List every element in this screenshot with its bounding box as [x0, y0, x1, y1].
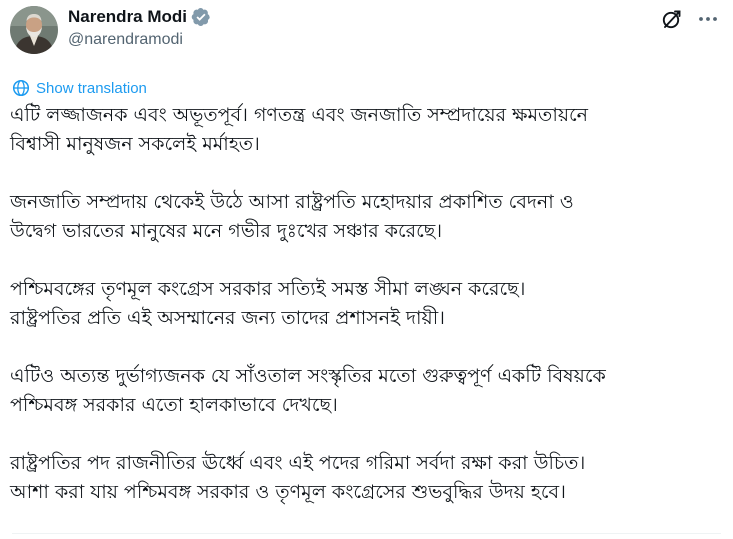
tweet-paragraph: পশ্চিমবঙ্গের তৃণমূল কংগ্রেস সরকার সত্যিই…: [10, 275, 725, 333]
tweet-line: আশা করা যায় পশ্চিমবঙ্গ সরকার ও তৃণমূল ক…: [10, 481, 566, 503]
tweet-line: উদ্বেগ ভারতের মানুষের মনে গভীর দুঃখের সঞ…: [10, 220, 443, 242]
author-name-row[interactable]: Narendra Modi: [68, 7, 211, 27]
tweet-line: পশ্চিমবঙ্গ সরকার এতো হালকাভাবে দেখছে।: [10, 394, 338, 416]
tweet-paragraph: এটি লজ্জাজনক এবং অভূতপূর্ব। গণতন্ত্র এবং…: [10, 101, 725, 159]
tweet-paragraph: এটিও অত্যন্ত দুর্ভাগ্যজনক যে সাঁওতাল সংস…: [10, 362, 725, 420]
tweet-line: রাষ্ট্রপতির পদ রাজনীতির ঊর্ধ্বে এবং এই প…: [10, 452, 586, 474]
more-options-icon[interactable]: [696, 7, 720, 31]
tweet-line: জনজাতি সম্প্রদায় থেকেই উঠে আসা রাষ্ট্রপ…: [10, 191, 574, 213]
author-handle[interactable]: @narendramodi: [68, 31, 183, 49]
divider: [12, 533, 721, 534]
tweet-line: এটিও অত্যন্ত দুর্ভাগ্যজনক যে সাঁওতাল সংস…: [10, 365, 606, 387]
show-translation-label[interactable]: Show translation: [36, 80, 147, 97]
tweet-text: এটি লজ্জাজনক এবং অভূতপূর্ব। গণতন্ত্র এবং…: [10, 101, 725, 507]
grok-icon[interactable]: [660, 7, 684, 31]
author-display-name[interactable]: Narendra Modi: [68, 7, 187, 27]
tweet-line: পশ্চিমবঙ্গের তৃণমূল কংগ্রেস সরকার সত্যিই…: [10, 278, 526, 300]
tweet-paragraph: রাষ্ট্রপতির পদ রাজনীতির ঊর্ধ্বে এবং এই প…: [10, 449, 725, 507]
globe-translate-icon: [12, 79, 30, 97]
show-translation-button[interactable]: Show translation: [12, 79, 147, 97]
tweet-line: এটি লজ্জাজনক এবং অভূতপূর্ব। গণতন্ত্র এবং…: [10, 104, 588, 126]
tweet-line: রাষ্ট্রপতির প্রতি এই অসম্মানের জন্য তাদে…: [10, 307, 445, 329]
verified-badge-icon: [191, 7, 211, 27]
tweet-paragraph: জনজাতি সম্প্রদায় থেকেই উঠে আসা রাষ্ট্রপ…: [10, 188, 725, 246]
avatar[interactable]: [10, 6, 58, 54]
tweet-line: বিশ্বাসী মানুষজন সকলেই মর্মাহত।: [10, 133, 260, 155]
